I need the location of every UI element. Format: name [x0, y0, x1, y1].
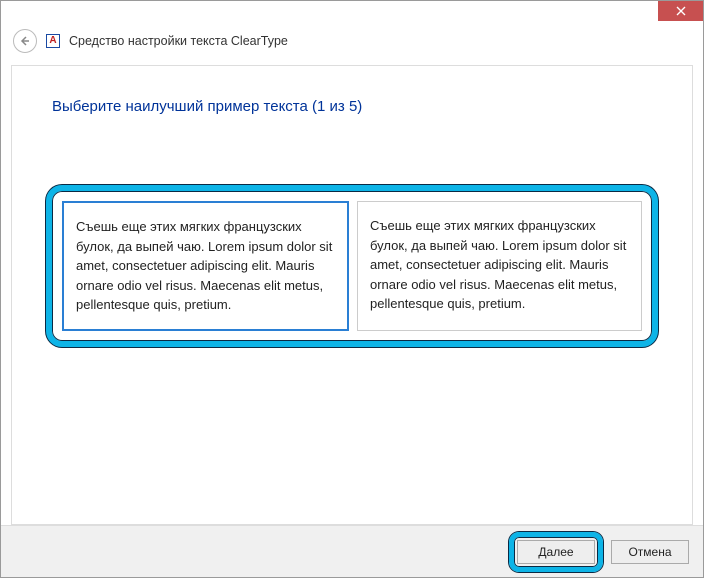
text-samples-group: Съешь еще этих мягких французских булок,… — [46, 185, 658, 347]
content-area: Выберите наилучший пример текста (1 из 5… — [11, 65, 693, 525]
cancel-button[interactable]: Отмена — [611, 540, 689, 564]
window-title: Средство настройки текста ClearType — [69, 34, 288, 48]
next-button[interactable]: Далее — [517, 540, 595, 564]
header: A Средство настройки текста ClearType — [1, 23, 703, 63]
app-icon-letter: A — [46, 34, 60, 48]
close-button[interactable] — [658, 1, 703, 21]
back-button[interactable] — [13, 29, 37, 53]
instruction-text: Выберите наилучший пример текста (1 из 5… — [52, 98, 652, 115]
close-icon — [676, 6, 686, 16]
footer: Далее Отмена — [1, 525, 703, 577]
titlebar — [1, 1, 703, 23]
text-sample-2[interactable]: Съешь еще этих мягких французских булок,… — [357, 201, 642, 331]
arrow-left-icon — [19, 35, 31, 47]
text-sample-1[interactable]: Съешь еще этих мягких французских булок,… — [62, 201, 349, 331]
app-icon: A — [45, 33, 61, 49]
wizard-window: A Средство настройки текста ClearType Вы… — [0, 0, 704, 578]
next-button-highlight: Далее — [509, 532, 603, 572]
